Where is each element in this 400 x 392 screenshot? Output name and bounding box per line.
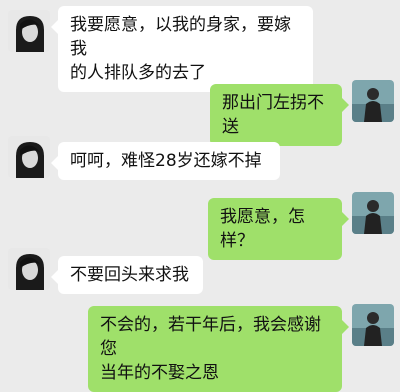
- sender-avatar[interactable]: [8, 136, 50, 178]
- self-avatar[interactable]: [352, 304, 394, 346]
- sender-avatar[interactable]: [8, 248, 50, 290]
- male-avatar-icon: [352, 80, 394, 122]
- message-bubble-4[interactable]: 我愿意，怎样？: [208, 198, 349, 260]
- message-bubble-1[interactable]: 我要愿意，以我的身家，要嫁我 的人排队多的去了: [51, 6, 313, 92]
- message-text-line: 我要愿意，以我的身家，要嫁我: [70, 15, 291, 59]
- message-bubble-5[interactable]: 不要回头来求我: [51, 256, 203, 294]
- message-text-line: 那出门左拐不送: [222, 93, 324, 137]
- female-avatar-icon: [8, 10, 50, 52]
- message-bubble-3[interactable]: 呵呵，难怪28岁还嫁不掉: [51, 142, 280, 180]
- message-text-line: 呵呵，难怪28岁还嫁不掉: [70, 151, 262, 171]
- message-text-line: 不要回头来求我: [70, 265, 189, 285]
- message-text-line: 的人排队多的去了: [70, 63, 206, 83]
- female-avatar-icon: [8, 248, 50, 290]
- self-avatar[interactable]: [352, 192, 394, 234]
- self-avatar[interactable]: [352, 80, 394, 122]
- message-text-line: 不会的，若干年后，我会感谢您: [100, 315, 321, 359]
- message-text-line: 我愿意，怎样？: [220, 207, 305, 251]
- message-text-line: 当年的不娶之恩: [100, 363, 219, 383]
- male-avatar-icon: [352, 304, 394, 346]
- male-avatar-icon: [352, 192, 394, 234]
- message-bubble-6[interactable]: 不会的，若干年后，我会感谢您 当年的不娶之恩: [88, 306, 349, 392]
- sender-avatar[interactable]: [8, 10, 50, 52]
- female-avatar-icon: [8, 136, 50, 178]
- message-bubble-2[interactable]: 那出门左拐不送: [210, 84, 349, 146]
